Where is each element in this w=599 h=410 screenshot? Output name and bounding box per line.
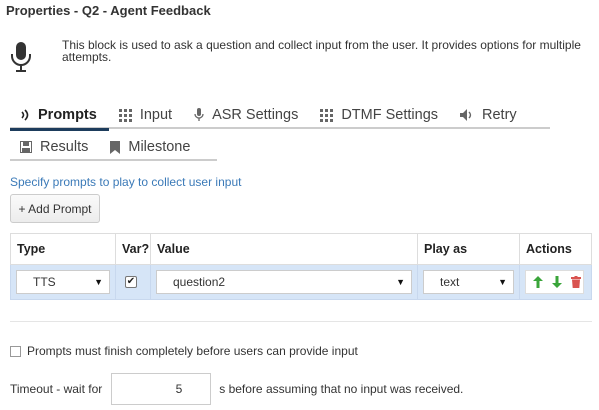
play-as-select[interactable]: text ▼ <box>423 270 514 294</box>
column-header-play-as: Play as <box>417 233 520 265</box>
tab-label: Results <box>40 139 89 155</box>
timeout-suffix-label: s before assuming that no input was rece… <box>219 382 464 396</box>
volume-icon <box>460 109 474 121</box>
caret-down-icon: ▼ <box>94 277 103 287</box>
tab-retry[interactable]: Retry <box>450 101 529 129</box>
tab-dtmf-settings[interactable]: DTMF Settings <box>310 101 450 129</box>
tab-label: Retry <box>482 107 517 123</box>
prompts-must-finish-checkbox[interactable] <box>10 345 21 357</box>
value-select-value: question2 <box>173 275 226 289</box>
play-as-select-value: text <box>440 275 460 289</box>
bookmark-icon <box>110 140 121 154</box>
block-description: This block is used to ask a question and… <box>62 38 581 64</box>
tab-asr-settings[interactable]: ASR Settings <box>184 101 310 129</box>
tab-bar-second-row: Results Milestone <box>10 133 217 161</box>
trash-icon[interactable] <box>568 274 583 290</box>
prompts-must-finish-option: Prompts must finish completely before us… <box>10 344 358 358</box>
table-header-row: Type Var? Value Play as Actions <box>10 233 592 265</box>
prompts-hint: Specify prompts to play to collect user … <box>10 175 242 189</box>
tab-label: Milestone <box>128 139 191 155</box>
caret-down-icon: ▼ <box>396 277 405 287</box>
prompts-must-finish-label: Prompts must finish completely before us… <box>27 344 358 358</box>
table-row: TTS ▼ ✔ question2 ▼ text ▼ <box>10 264 592 300</box>
tab-input[interactable]: Input <box>109 101 184 129</box>
caret-down-icon: ▼ <box>498 277 507 287</box>
value-select[interactable]: question2 ▼ <box>156 270 412 294</box>
tab-bar: Prompts Input ASR Settings DTMF Settings… <box>10 101 550 131</box>
add-prompt-button[interactable]: + Add Prompt <box>10 194 100 223</box>
microphone-icon <box>194 108 204 122</box>
tab-milestone[interactable]: Milestone <box>100 133 202 161</box>
tab-label: Prompts <box>38 107 97 123</box>
tab-label: DTMF Settings <box>341 107 439 123</box>
timeout-input[interactable]: 5 <box>111 373 212 405</box>
tab-prompts[interactable]: Prompts <box>10 101 109 131</box>
grid-icon <box>118 108 132 122</box>
tab-results[interactable]: Results <box>10 133 100 161</box>
type-select-value: TTS <box>33 275 56 289</box>
row-actions <box>525 270 584 294</box>
tab-label: ASR Settings <box>212 107 299 123</box>
var-checkbox[interactable]: ✔ <box>125 276 137 288</box>
microphone-icon <box>11 42 31 72</box>
save-icon <box>20 141 32 153</box>
timeout-row: Timeout - wait for 5 s before assuming t… <box>10 373 463 405</box>
column-header-value: Value <box>150 233 418 265</box>
move-down-icon[interactable] <box>549 274 564 290</box>
move-up-icon[interactable] <box>530 274 545 290</box>
speaker-wave-icon <box>20 109 30 121</box>
column-header-actions: Actions <box>519 233 592 265</box>
keypad-icon <box>320 108 334 122</box>
tab-label: Input <box>139 107 173 123</box>
type-select[interactable]: TTS ▼ <box>16 270 110 294</box>
dialog-title: Properties - Q2 - Agent Feedback <box>6 3 211 18</box>
timeout-prefix-label: Timeout - wait for <box>10 382 103 396</box>
column-header-var: Var? <box>115 233 151 265</box>
section-divider <box>10 321 592 322</box>
prompts-table: Type Var? Value Play as Actions TTS ▼ ✔ … <box>10 233 592 300</box>
column-header-type: Type <box>10 233 116 265</box>
